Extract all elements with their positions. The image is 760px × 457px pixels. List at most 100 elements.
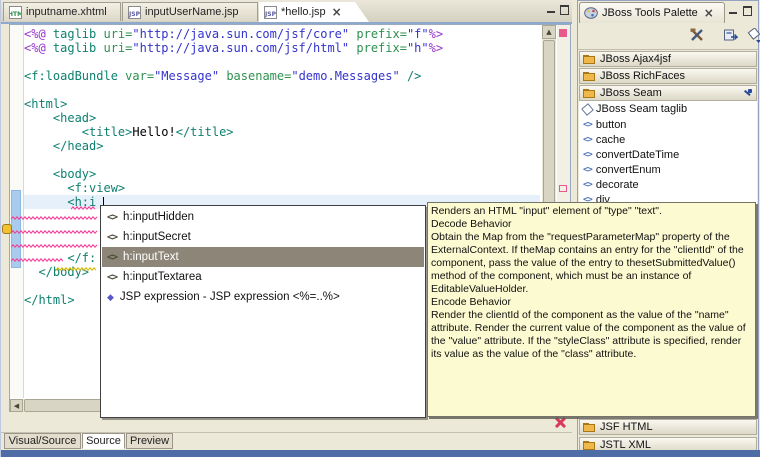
completion-item-h-inputtextarea[interactable]: <> h:inputTextarea — [102, 267, 424, 287]
show-hide-icon[interactable] — [747, 28, 760, 43]
folder-icon — [583, 71, 596, 81]
folder-icon — [583, 88, 596, 98]
page-design-tabs: Visual/SourceSourcePreview — [1, 433, 572, 450]
completion-item-jsp-expression[interactable]: ◆ JSP expression - JSP expression <%=..%> — [102, 287, 424, 307]
doc-paragraph: Render the clientId of the component as … — [431, 309, 752, 361]
palette-group-label: JBoss RichFaces — [600, 70, 753, 82]
tab-preview[interactable]: Preview — [126, 433, 173, 449]
minimize-icon[interactable] — [546, 5, 556, 14]
palette-item-label: button — [596, 119, 627, 131]
taglib-icon — [581, 103, 594, 116]
palette-editor-icon[interactable] — [690, 28, 705, 43]
palette-group-label: JBoss Seam — [600, 87, 740, 99]
scroll-left-icon[interactable]: ◀ — [10, 399, 23, 412]
palette-icon — [584, 7, 598, 19]
tag-item-icon: <> — [583, 165, 592, 175]
doc-paragraph: Encode Behavior — [431, 296, 752, 309]
error-squiggle — [11, 230, 98, 234]
import-icon[interactable] — [723, 28, 738, 43]
completion-item-label: h:inputTextarea — [123, 271, 202, 283]
palette-item-label: cache — [596, 134, 625, 146]
palette-view-tab[interactable]: JBoss Tools Palette × — [579, 2, 725, 23]
error-x-icon[interactable] — [554, 416, 567, 429]
error-squiggle — [71, 206, 96, 210]
tag-item-icon: <> — [583, 120, 592, 130]
window-bottom-edge — [1, 450, 760, 457]
code-line: <title>Hello!</title> — [24, 125, 540, 139]
palette-item-button[interactable]: <> button — [579, 117, 757, 132]
xhtml-file-icon: HTM — [9, 6, 22, 19]
tab-source[interactable]: Source — [82, 433, 125, 449]
palette-title: JBoss Tools Palette — [602, 7, 698, 19]
editor-tab-inputusername-jsp[interactable]: JSP inputUserName.jsp — [122, 2, 258, 21]
editor-tab-bar: HTMinputname.xhtmlJSPinputUserName.jspJS… — [1, 0, 572, 24]
palette-item-label: convertEnum — [596, 164, 661, 176]
folder-icon — [583, 440, 596, 450]
editor-tab--hello-jsp[interactable]: JSP *hello.jsp × — [259, 2, 369, 22]
code-line: <html> — [24, 97, 540, 111]
palette-group-label: JSF HTML — [600, 421, 653, 433]
completion-item-label: h:inputText — [123, 251, 179, 263]
code-line — [24, 83, 540, 97]
error-squiggle — [11, 216, 98, 220]
palette-item-label: decorate — [596, 179, 639, 191]
code-line: <%@ taglib uri="http://java.sun.com/jsf/… — [24, 41, 540, 55]
editor-tab-label: inputUserName.jsp — [145, 6, 239, 18]
close-icon[interactable]: × — [704, 6, 714, 20]
palette-minimize-icon[interactable] — [728, 6, 738, 15]
ide-window: HTMinputname.xhtmlJSPinputUserName.jspJS… — [0, 0, 760, 457]
palette-group-jsf-html[interactable]: JSF HTML — [579, 419, 757, 435]
tag-item-icon: <> — [583, 150, 592, 160]
palette-group-label: JBoss Ajax4jsf — [600, 53, 753, 65]
completion-item-label: h:inputHidden — [123, 211, 194, 223]
completion-item-h-inputhidden[interactable]: <> h:inputHidden — [102, 207, 424, 227]
close-icon[interactable]: × — [332, 5, 342, 19]
tag-item-icon: <> — [583, 180, 592, 190]
tag-icon: <> — [107, 232, 117, 243]
completion-item-h-inputtext[interactable]: <> h:inputText — [102, 247, 424, 267]
palette-group-jboss-ajax4jsf[interactable]: JBoss Ajax4jsf — [579, 51, 757, 67]
code-line: <f:view> — [24, 181, 540, 195]
editor-tab-label: *hello.jsp — [281, 6, 326, 18]
palette-maximize-icon[interactable] — [742, 6, 752, 15]
doc-paragraph: Decode Behavior — [431, 218, 752, 231]
palette-group-jboss-seam[interactable]: JBoss Seam — [579, 85, 757, 101]
pin-icon[interactable] — [744, 89, 753, 98]
jsp-file-icon: JSP — [264, 6, 277, 19]
content-assist-popup[interactable]: <> h:inputHidden <> h:inputSecret <> h:inputT… — [100, 205, 426, 418]
code-line — [24, 153, 540, 167]
completion-item-h-inputsecret[interactable]: <> h:inputSecret — [102, 227, 424, 247]
tab-visual-source[interactable]: Visual/Source — [4, 433, 81, 449]
warning-squiggle — [56, 267, 96, 271]
error-marker[interactable] — [559, 29, 567, 37]
range-indicator — [11, 190, 21, 268]
code-line: <body> — [24, 167, 540, 181]
palette-group-jboss-richfaces[interactable]: JBoss RichFaces — [579, 68, 757, 84]
jsp-file-icon: JSP — [128, 6, 141, 19]
palette-toolbar — [578, 23, 758, 50]
tag-icon: <> — [107, 212, 117, 223]
error-squiggle — [11, 258, 63, 262]
palette-item-convertdatetime[interactable]: <>convertDateTime — [579, 147, 757, 162]
folder-icon — [583, 422, 596, 432]
code-line: <f:loadBundle var="Message" basename="de… — [24, 69, 540, 83]
palette-item-convertenum[interactable]: <> convertEnum — [579, 162, 757, 177]
completion-item-label: h:inputSecret — [123, 231, 191, 243]
folder-icon — [583, 54, 596, 64]
doc-paragraph: Renders an HTML "input" element of "type… — [431, 205, 752, 218]
tag-icon: <> — [107, 252, 117, 263]
editor-tab-inputname-xhtml[interactable]: HTMinputname.xhtml — [3, 2, 121, 21]
tag-icon: <> — [107, 272, 117, 283]
palette-taglib-header[interactable]: JBoss Seam taglib — [579, 102, 757, 116]
error-marker-outline[interactable] — [559, 185, 567, 192]
jsp-expression-icon: ◆ — [107, 292, 114, 303]
palette-item-cache[interactable]: <>cache — [579, 132, 757, 147]
code-line: <%@ taglib uri="http://java.sun.com/jsf/… — [24, 27, 540, 41]
scroll-up-icon[interactable]: ▲ — [542, 25, 556, 39]
palette-item-decorate[interactable]: <> decorate — [579, 177, 757, 192]
maximize-icon[interactable] — [559, 5, 569, 14]
doc-paragraph: Obtain the Map from the "requestParamete… — [431, 231, 752, 296]
error-squiggle — [11, 244, 98, 248]
completion-item-label: JSP expression - JSP expression <%=..%> — [120, 291, 340, 303]
code-line — [24, 55, 540, 69]
